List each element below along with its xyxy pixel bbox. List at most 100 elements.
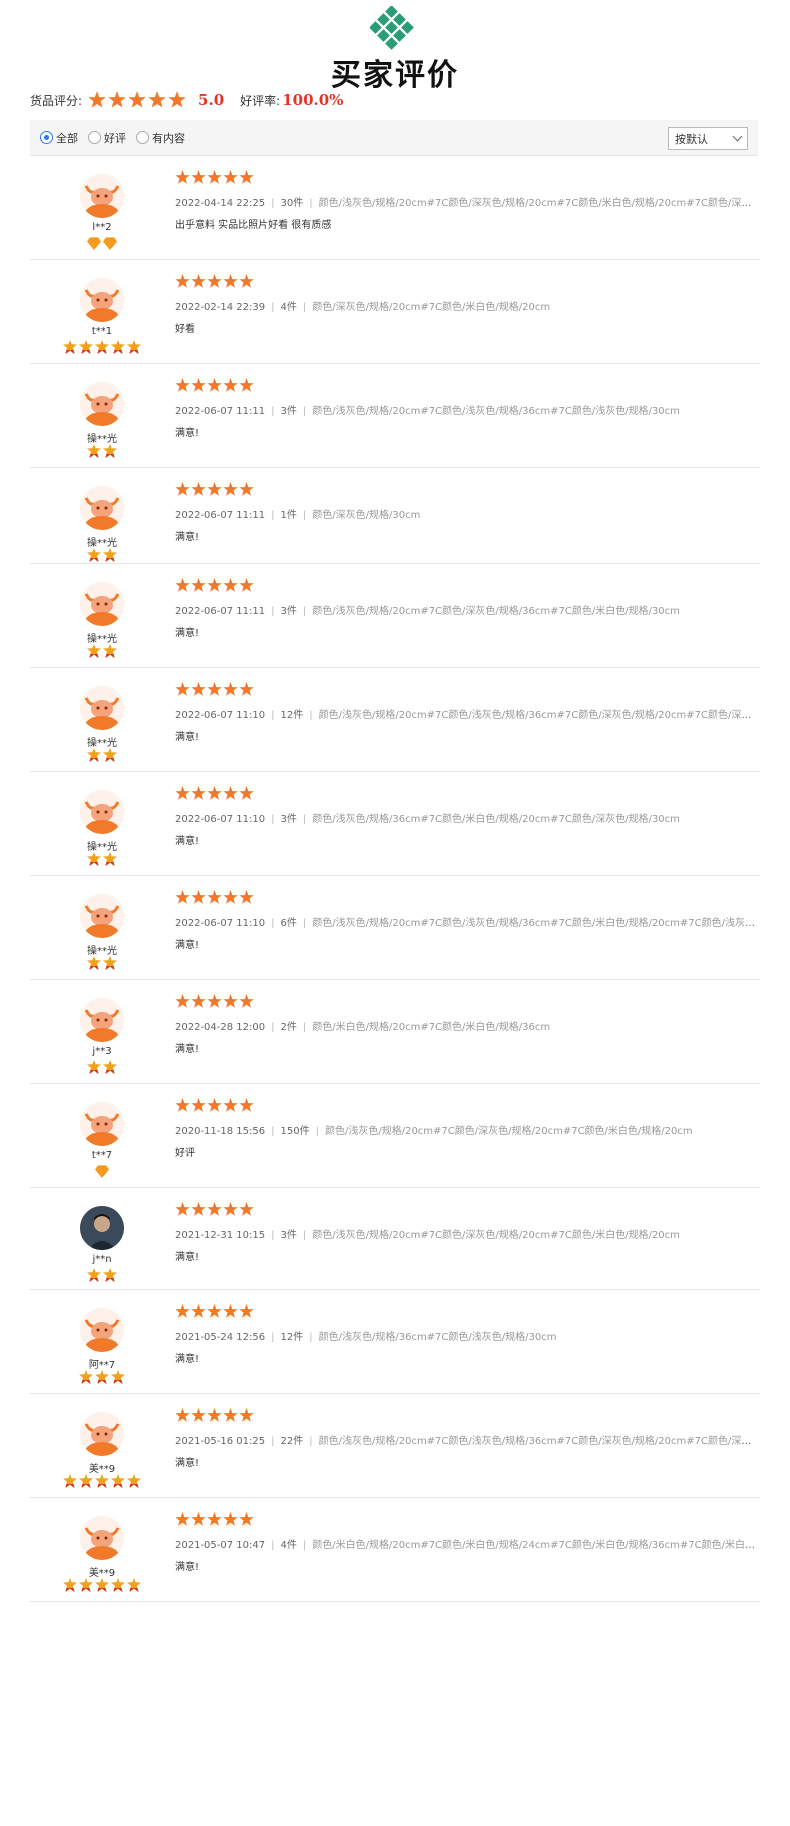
review-stars <box>175 1512 255 1527</box>
crown-badge-icon <box>95 1578 109 1592</box>
star-icon <box>207 274 222 288</box>
avatar[interactable] <box>80 582 124 626</box>
avatar[interactable] <box>80 486 124 530</box>
review-quantity: 1件 <box>280 510 297 521</box>
reviewer-level-badges <box>60 852 144 866</box>
avatar[interactable] <box>80 382 124 426</box>
filter-all[interactable]: 全部 <box>40 130 78 146</box>
review-stars <box>175 274 255 289</box>
reviewer-name: 美**9 <box>88 1464 116 1475</box>
crown-badge-icon <box>103 748 117 762</box>
avatar[interactable] <box>80 278 124 322</box>
star-icon <box>207 578 222 592</box>
crown-badge-icon <box>103 852 117 866</box>
star-icon <box>223 994 238 1008</box>
star-icon <box>175 1202 190 1216</box>
star-icon <box>223 578 238 592</box>
star-icon <box>175 1098 190 1112</box>
sort-select[interactable]: 按默认 <box>668 127 748 150</box>
reviewer-level-badges <box>60 236 144 250</box>
avatar[interactable] <box>80 1206 124 1250</box>
avatar[interactable] <box>80 1102 124 1146</box>
review-date: 2021-05-16 01:25 <box>175 1436 266 1447</box>
review-stars <box>175 482 255 497</box>
positive-rate-label: 好评率: <box>240 93 281 108</box>
star-icon <box>175 890 190 904</box>
star-icon <box>175 578 190 592</box>
review-stars <box>175 1408 255 1423</box>
reviewer-level-badges <box>60 748 144 762</box>
avatar[interactable] <box>80 1516 124 1560</box>
review-quantity: 12件 <box>280 710 304 721</box>
star-icon <box>239 994 254 1008</box>
review-spec: 颜色/浅灰色/规格/20cm#7C颜色/深灰色/规格/20cm#7C颜色/米白色… <box>324 1126 693 1137</box>
star-icon <box>223 1408 238 1422</box>
crown-badge-icon <box>95 1370 109 1384</box>
review-meta: 2022-06-07 11:11 | 1件 | 颜色/深灰色/规格/30cm <box>175 510 421 521</box>
review-date: 2022-04-14 22:25 <box>175 198 266 209</box>
star-icon <box>223 1304 238 1318</box>
review-item: 美**9 2021-05-07 10:47 | 4件 | 颜色/米白色/规格/20cm#… <box>30 1498 760 1602</box>
review-stars <box>175 1304 255 1319</box>
reviewer-name: j**n <box>92 1254 112 1265</box>
radio-selected-icon <box>40 131 53 144</box>
avatar[interactable] <box>80 686 124 730</box>
review-quantity: 3件 <box>280 1230 297 1241</box>
star-icon <box>175 994 190 1008</box>
star-icon <box>108 91 126 108</box>
review-content: 满意! <box>175 1252 200 1263</box>
star-icon <box>239 378 254 392</box>
star-icon <box>191 1202 206 1216</box>
crown-badge-icon <box>87 548 101 562</box>
reviewer-name: j**3 <box>92 1046 112 1057</box>
avatar[interactable] <box>80 174 124 218</box>
positive-rate: 100.0% <box>282 91 344 109</box>
review-quantity: 150件 <box>280 1126 310 1137</box>
review-date: 2022-06-07 11:11 <box>175 406 266 417</box>
star-icon <box>191 482 206 496</box>
star-icon <box>239 1098 254 1112</box>
review-quantity: 30件 <box>280 198 304 209</box>
filter-has-content[interactable]: 有内容 <box>136 130 185 146</box>
review-item: j**n 2021-12-31 10:15 | 3件 | 颜色/浅灰色/规格/20cm#… <box>30 1188 760 1290</box>
star-icon <box>191 274 206 288</box>
reviewer-level-badges <box>60 644 144 658</box>
avatar[interactable] <box>80 1412 124 1456</box>
avatar[interactable] <box>80 1308 124 1352</box>
avatar[interactable] <box>80 998 124 1042</box>
header: 买家评价 <box>0 0 790 93</box>
review-date: 2020-11-18 15:56 <box>175 1126 266 1137</box>
review-content: 满意! <box>175 428 200 439</box>
crown-badge-icon <box>63 1474 77 1488</box>
star-icon <box>207 1202 222 1216</box>
star-icon <box>207 1304 222 1318</box>
review-stars <box>175 378 255 393</box>
rating-score: 5.0 <box>198 91 225 109</box>
review-content: 满意! <box>175 1354 200 1365</box>
star-icon <box>175 1408 190 1422</box>
reviewer-name: 操**光 <box>87 434 117 445</box>
review-list: l**2 2022-04-14 22:25 | 30件 | 颜色/浅灰色/规格/20cm… <box>30 156 760 1602</box>
filter-content-label: 有内容 <box>152 131 185 145</box>
star-icon <box>191 170 206 184</box>
review-meta: 2022-02-14 22:39 | 4件 | 颜色/深灰色/规格/20cm#7C颜色/… <box>175 302 551 313</box>
star-icon <box>128 91 146 108</box>
crown-badge-icon <box>79 340 93 354</box>
reviewer-name: 操**光 <box>87 738 117 749</box>
review-spec: 颜色/浅灰色/规格/20cm#7C颜色/浅灰色/规格/36cm#7C颜色/米白色… <box>312 918 760 929</box>
crown-badge-icon <box>103 444 117 458</box>
star-icon <box>239 1304 254 1318</box>
review-content: 好评 <box>175 1148 195 1159</box>
reviewer-level-badges <box>60 956 144 970</box>
star-icon <box>223 170 238 184</box>
avatar[interactable] <box>80 894 124 938</box>
star-icon <box>239 890 254 904</box>
crown-badge-icon <box>103 956 117 970</box>
crown-badge-icon <box>79 1474 93 1488</box>
filter-good[interactable]: 好评 <box>88 130 126 146</box>
crown-badge-icon <box>111 1578 125 1592</box>
star-icon <box>207 890 222 904</box>
avatar[interactable] <box>80 790 124 834</box>
star-icon <box>223 786 238 800</box>
review-quantity: 3件 <box>280 406 297 417</box>
